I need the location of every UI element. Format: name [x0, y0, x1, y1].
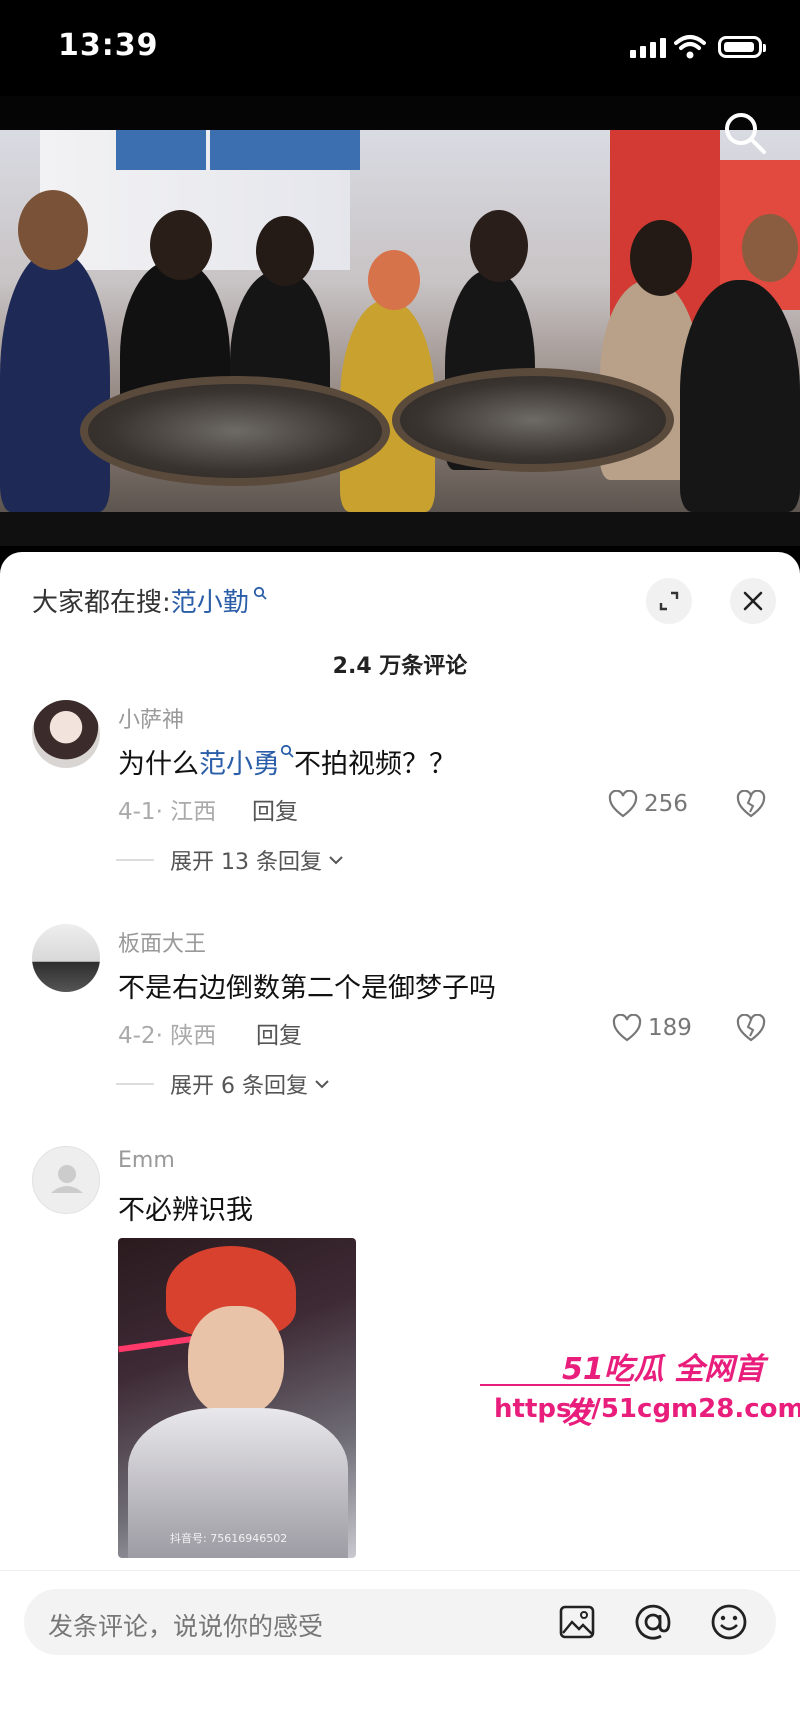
reply-button[interactable]: 回复 [256, 1016, 302, 1050]
expand-replies-label: 展开 6 条回复 [170, 1074, 308, 1099]
trending-search[interactable]: 大家都在搜: 范小勤 [32, 580, 267, 620]
like-count: 256 [644, 791, 688, 817]
comment-search-keyword[interactable]: 范小勇 [199, 749, 280, 780]
chevron-down-icon [315, 1080, 329, 1089]
comment-meta: 4-2· 陕西 [118, 1023, 217, 1049]
person-head [742, 214, 798, 282]
comment-count: 2.4 万条评论 [332, 654, 468, 679]
reply-button[interactable]: 回复 [252, 792, 298, 826]
video-top-letterbox [0, 96, 800, 130]
status-time: 13:39 [58, 28, 159, 63]
divider [116, 859, 154, 861]
comment-username[interactable]: Emm [118, 1148, 175, 1173]
person-head [630, 220, 692, 296]
avatar[interactable] [32, 700, 100, 768]
expand-replies-button[interactable]: 展开 13 条回复 [116, 844, 344, 876]
avatar[interactable] [32, 1146, 100, 1214]
like-count: 189 [648, 1015, 692, 1041]
comment-username[interactable]: 小萨神 [118, 702, 184, 734]
at-icon [635, 1604, 671, 1640]
watermark-url: https://51cgm28.com [494, 1394, 800, 1424]
comment-input-bar: 发条评论，说说你的感受 [0, 1570, 800, 1732]
person-head [256, 216, 314, 286]
heart-icon [608, 790, 638, 818]
watermark-line [480, 1384, 630, 1392]
wifi-icon [674, 35, 706, 59]
round-table [80, 376, 390, 486]
search-icon [280, 744, 294, 758]
expand-replies-label: 展开 13 条回复 [170, 850, 322, 875]
chevron-down-icon [329, 856, 343, 865]
default-user-icon [51, 1165, 83, 1193]
round-table [392, 368, 674, 472]
person-head [368, 250, 420, 310]
trending-search-keyword[interactable]: 范小勤 [171, 582, 249, 619]
emoji-button[interactable] [706, 1599, 752, 1645]
comment-image[interactable]: 抖音号: 75616946502 [118, 1238, 356, 1558]
close-button[interactable] [730, 578, 776, 624]
mention-button[interactable] [630, 1599, 676, 1645]
comment-text: 不必辨识我 [118, 1195, 253, 1226]
like-button[interactable]: 256 [608, 790, 688, 818]
heart-icon [612, 1014, 642, 1042]
comment-text-prefix: 为什么 [118, 749, 199, 780]
menu-screen [210, 130, 290, 170]
trending-search-label: 大家都在搜: [32, 587, 171, 618]
battery-icon [718, 36, 766, 58]
image-face [188, 1306, 284, 1416]
menu-screen [116, 130, 206, 170]
person-head [18, 190, 88, 270]
expand-fullscreen-button[interactable] [646, 578, 692, 624]
divider [116, 1083, 154, 1085]
comment-input[interactable]: 发条评论，说说你的感受 [24, 1589, 776, 1655]
dislike-icon[interactable] [736, 1014, 766, 1042]
expand-icon [659, 591, 679, 611]
emoji-icon [711, 1604, 747, 1640]
image-button[interactable] [554, 1599, 600, 1645]
person-head [150, 210, 212, 280]
dislike-icon[interactable] [736, 790, 766, 818]
comment-text-suffix: 不拍视频？？ [294, 749, 456, 780]
comment-meta: 4-1· 江西 [118, 799, 217, 825]
person [680, 280, 800, 512]
person [0, 250, 110, 512]
person-head [470, 210, 528, 282]
menu-screen [290, 130, 360, 170]
image-watermark: 抖音号: 75616946502 [170, 1532, 288, 1545]
cellular-signal-icon [630, 38, 666, 58]
video-bottom-letterbox [0, 512, 800, 546]
comment-input-placeholder: 发条评论，说说你的感受 [48, 1612, 324, 1641]
video-frame [0, 130, 800, 512]
search-icon [253, 586, 267, 600]
expand-replies-button[interactable]: 展开 6 条回复 [116, 1068, 330, 1100]
avatar[interactable] [32, 924, 100, 992]
comment-username[interactable]: 板面大王 [118, 926, 206, 958]
site-watermark: 51吃瓜 全网首发 https://51cgm28.com [480, 1344, 800, 1444]
like-button[interactable]: 189 [612, 1014, 692, 1042]
close-icon [743, 591, 763, 611]
status-bar: 13:39 [0, 0, 800, 92]
video-player[interactable] [0, 96, 800, 546]
image-icon [559, 1605, 595, 1639]
comment-text: 不是右边倒数第二个是御梦子吗 [118, 973, 496, 1004]
comment-text: 为什么范小勇 不拍视频？？ [118, 742, 456, 781]
search-icon[interactable] [722, 110, 768, 156]
